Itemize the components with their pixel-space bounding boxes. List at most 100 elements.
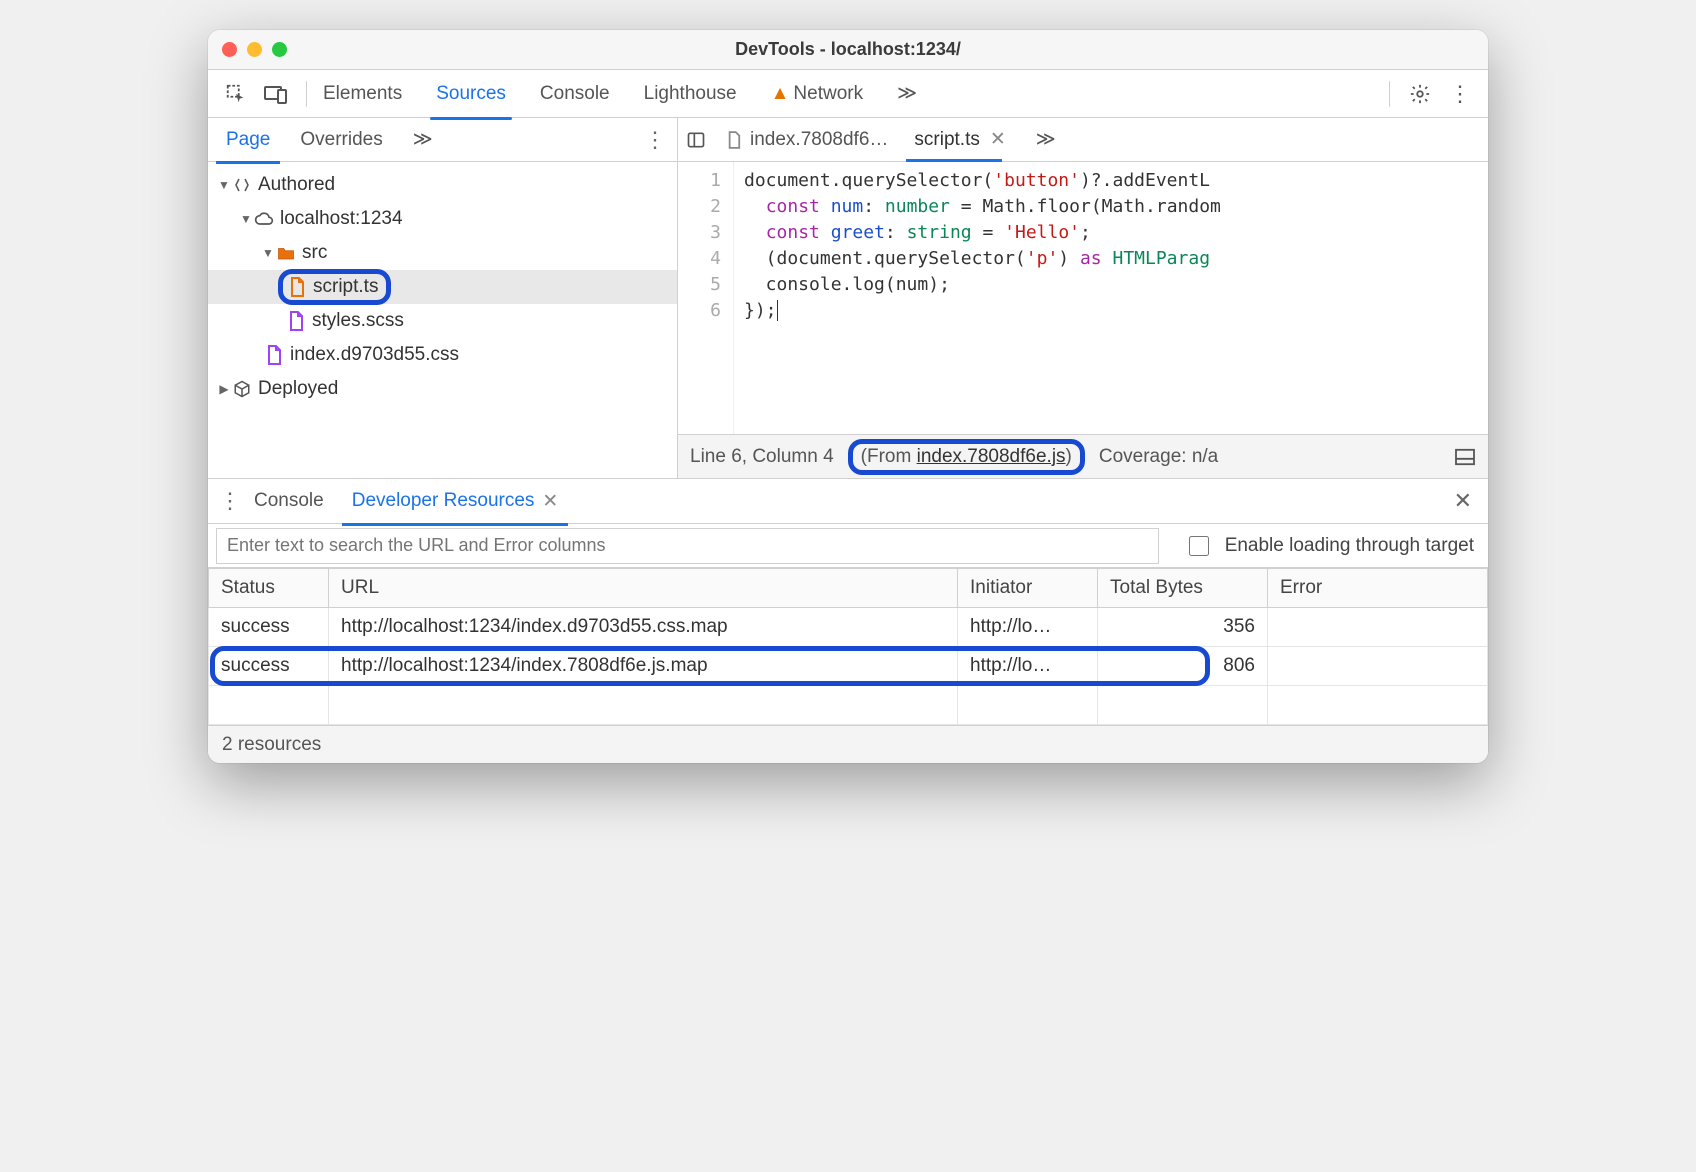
annotation-highlight — [210, 646, 1210, 686]
inspect-icon[interactable] — [220, 78, 252, 110]
tab-network[interactable]: ▲Network — [769, 73, 866, 115]
dev-resources-toolbar: Enable loading through target — [208, 524, 1488, 568]
tab-network-label: Network — [793, 83, 863, 104]
editor-tab-label: script.ts — [914, 129, 979, 151]
cloud-icon — [254, 211, 274, 227]
tree-folder-src[interactable]: ▼ src — [208, 236, 677, 270]
sourcemap-from-suffix: ) — [1066, 446, 1072, 467]
code-editor[interactable]: 123456 document.querySelector('button')?… — [678, 162, 1488, 434]
dev-resources-status: 2 resources — [208, 725, 1488, 763]
devtools-window: DevTools - localhost:1234/ Elements Sour… — [208, 30, 1488, 763]
tab-lighthouse[interactable]: Lighthouse — [642, 73, 739, 115]
main-menu-button[interactable]: ⋮ — [1444, 78, 1476, 110]
tab-elements[interactable]: Elements — [321, 73, 404, 115]
col-initiator[interactable]: Initiator — [958, 569, 1098, 608]
close-tab-button[interactable]: ✕ — [542, 490, 558, 513]
file-icon — [264, 345, 284, 365]
cell-error — [1268, 608, 1488, 647]
navigator-tab-page[interactable]: Page — [216, 119, 280, 161]
code-content: document.querySelector('button')?.addEve… — [734, 162, 1221, 434]
tree-label: localhost:1234 — [280, 208, 403, 230]
editor-tab-label: index.7808df6… — [750, 129, 888, 151]
disclosure-triangle-icon: ▼ — [216, 178, 232, 192]
enable-loading-checkbox[interactable]: Enable loading through target — [1167, 535, 1488, 557]
line-gutter: 123456 — [678, 162, 734, 434]
sourcemap-from-prefix: (From — [861, 446, 917, 467]
col-error[interactable]: Error — [1268, 569, 1488, 608]
drawer-menu-button[interactable]: ⋮ — [216, 488, 244, 514]
tree-file-script-ts[interactable]: script.ts — [208, 270, 677, 304]
table-row[interactable]: success http://localhost:1234/index.d970… — [209, 608, 1488, 647]
editor-tabs: index.7808df6… script.ts ✕ ≫ — [678, 118, 1488, 162]
file-icon — [724, 131, 744, 149]
toggle-nav-icon[interactable] — [686, 130, 706, 150]
drawer-tab-dev-resources[interactable]: Developer Resources ✕ — [342, 480, 569, 523]
search-input[interactable] — [216, 528, 1159, 564]
close-tab-button[interactable]: ✕ — [986, 128, 1010, 151]
col-url[interactable]: URL — [329, 569, 958, 608]
editor-status-bar: Line 6, Column 4 (From index.7808df6e.js… — [678, 434, 1488, 478]
navigator-pane: Page Overrides ≫ ⋮ ▼ Authored ▼ localhos… — [208, 118, 678, 478]
enable-loading-label: Enable loading through target — [1225, 535, 1474, 557]
drawer-tab-console[interactable]: Console — [244, 480, 334, 522]
cell-error — [1268, 647, 1488, 686]
titlebar: DevTools - localhost:1234/ — [208, 30, 1488, 70]
sources-panel: Page Overrides ≫ ⋮ ▼ Authored ▼ localhos… — [208, 118, 1488, 478]
tree-label: Deployed — [258, 378, 338, 400]
separator — [306, 81, 307, 107]
tree-label: src — [302, 242, 327, 264]
tab-console[interactable]: Console — [538, 73, 612, 115]
navigator-tab-overrides[interactable]: Overrides — [290, 119, 392, 161]
navigator-more-tabs[interactable]: ≫ — [403, 118, 443, 161]
disclosure-triangle-icon: ▼ — [260, 246, 276, 260]
tree-label: index.d9703d55.css — [290, 344, 459, 366]
col-status[interactable]: Status — [209, 569, 329, 608]
editor-more-tabs[interactable]: ≫ — [1028, 122, 1064, 157]
col-total-bytes[interactable]: Total Bytes — [1098, 569, 1268, 608]
collapse-bottom-icon[interactable] — [1454, 448, 1476, 466]
disclosure-triangle-icon: ▼ — [238, 212, 254, 226]
coverage-status: Coverage: n/a — [1099, 446, 1218, 468]
tree-host[interactable]: ▼ localhost:1234 — [208, 202, 677, 236]
deployed-icon — [232, 380, 252, 398]
main-toolbar: Elements Sources Console Lighthouse ▲Net… — [208, 70, 1488, 118]
tree-file-index-css[interactable]: index.d9703d55.css — [208, 338, 677, 372]
tree-file-styles-scss[interactable]: styles.scss — [208, 304, 677, 338]
warning-icon: ▲ — [771, 83, 790, 104]
file-icon — [287, 277, 307, 297]
tree-label: Authored — [258, 174, 335, 196]
resources-count: 2 resources — [222, 734, 321, 756]
dev-resources-table-wrap: Status URL Initiator Total Bytes Error s… — [208, 568, 1488, 725]
authored-icon — [232, 176, 252, 194]
panel-tabs: Elements Sources Console Lighthouse ▲Net… — [321, 72, 1375, 115]
more-tabs-button[interactable]: ≫ — [895, 72, 919, 115]
editor-tab-script[interactable]: script.ts ✕ — [906, 122, 1017, 157]
table-row-empty — [209, 686, 1488, 725]
tab-sources[interactable]: Sources — [434, 73, 508, 115]
tree-label: styles.scss — [312, 310, 404, 332]
close-drawer-button[interactable]: ✕ — [1446, 488, 1480, 514]
editor-pane: index.7808df6… script.ts ✕ ≫ 123456 docu… — [678, 118, 1488, 478]
drawer-tab-label: Developer Resources — [352, 490, 535, 512]
settings-icon[interactable] — [1404, 78, 1436, 110]
cell-initiator: http://lo… — [958, 608, 1098, 647]
enable-loading-checkbox-input[interactable] — [1189, 536, 1209, 556]
annotation-highlight: script.ts — [278, 269, 391, 305]
tree-group-authored[interactable]: ▼ Authored — [208, 168, 677, 202]
sourcemap-link[interactable]: index.7808df6e.js — [917, 446, 1066, 467]
cell-url: http://localhost:1234/index.d9703d55.css… — [329, 608, 958, 647]
cell-bytes: 356 — [1098, 608, 1268, 647]
cursor-position: Line 6, Column 4 — [690, 446, 834, 468]
cell-status: success — [209, 608, 329, 647]
tree-group-deployed[interactable]: ▶ Deployed — [208, 372, 677, 406]
navigator-tabs: Page Overrides ≫ ⋮ — [208, 118, 677, 162]
window-title: DevTools - localhost:1234/ — [208, 39, 1488, 60]
separator — [1389, 81, 1390, 107]
tree-label: script.ts — [313, 276, 378, 298]
annotation-highlight: (From index.7808df6e.js) — [848, 439, 1085, 475]
table-header-row: Status URL Initiator Total Bytes Error — [209, 569, 1488, 608]
drawer-tabs: ⋮ Console Developer Resources ✕ ✕ — [208, 478, 1488, 524]
editor-tab-index[interactable]: index.7808df6… — [716, 123, 896, 157]
navigator-menu-button[interactable]: ⋮ — [641, 127, 669, 153]
device-toolbar-icon[interactable] — [260, 78, 292, 110]
